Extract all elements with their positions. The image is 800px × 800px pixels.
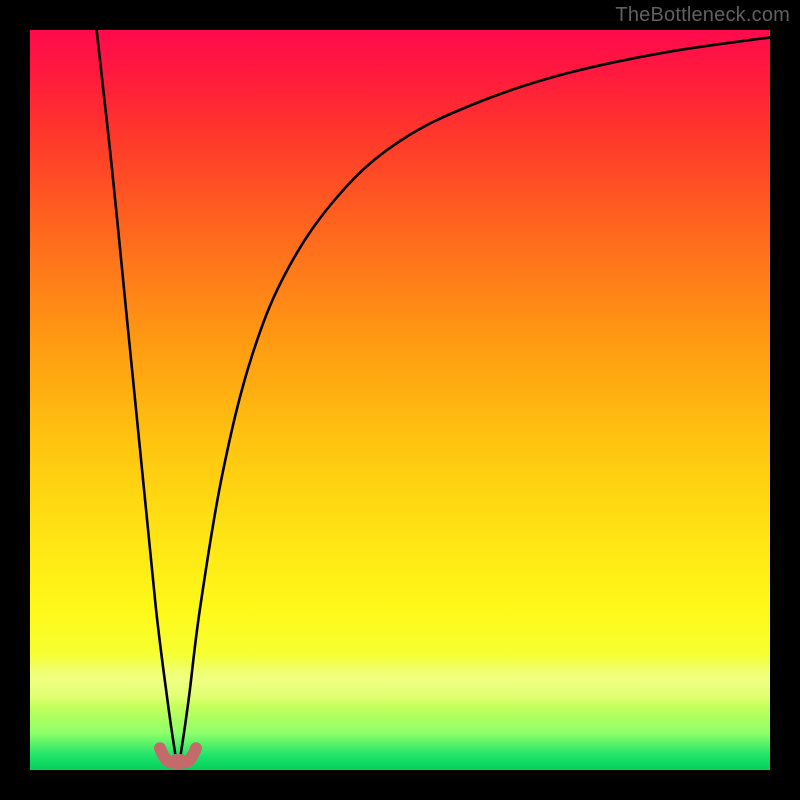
watermark-text: TheBottleneck.com (615, 4, 790, 27)
chart-frame: TheBottleneck.com (0, 0, 800, 800)
heat-gradient-background (30, 30, 770, 770)
